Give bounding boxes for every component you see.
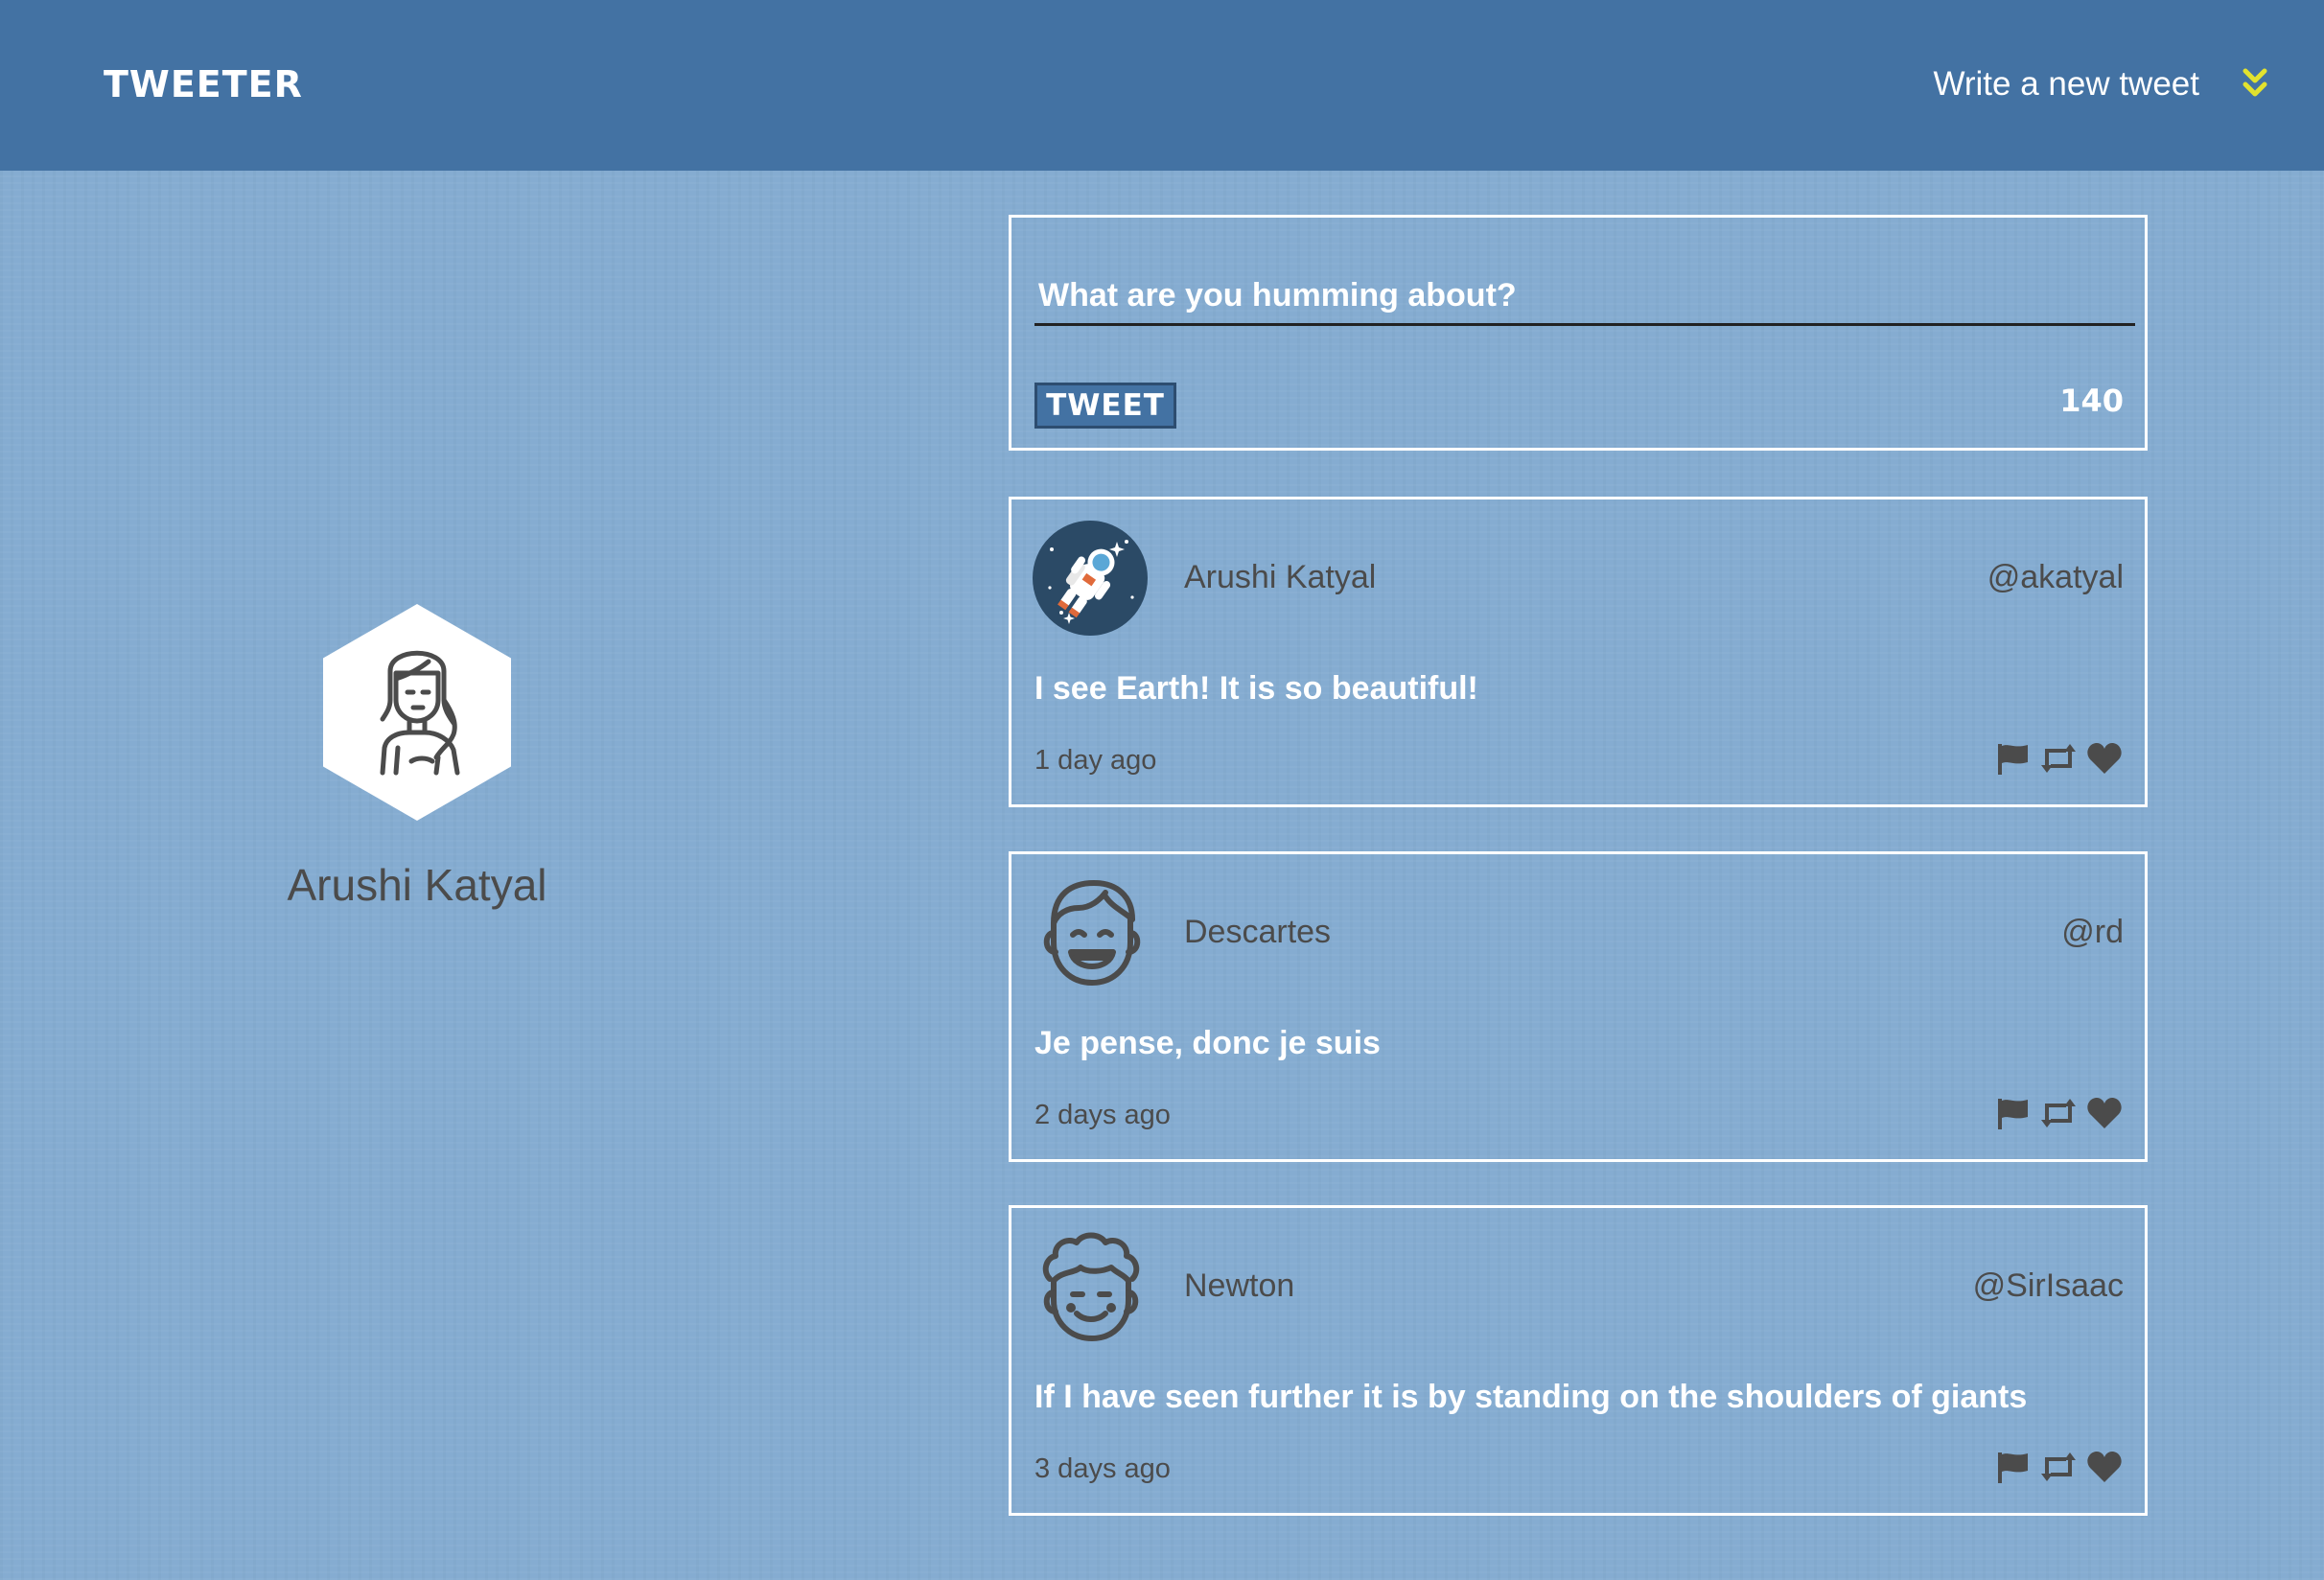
tweet-text-input[interactable] <box>1034 267 2135 326</box>
tweet-actions <box>1993 1448 2124 1486</box>
compose-tweet-form: TWEET 140 <box>1009 215 2148 451</box>
write-new-tweet-link[interactable]: Write a new tweet <box>1933 65 2199 104</box>
retweet-icon[interactable] <box>2039 1094 2078 1132</box>
tweet-author-handle[interactable]: @akatyal <box>1987 559 2124 596</box>
astronaut-avatar-icon <box>1033 521 1148 636</box>
character-counter: 140 <box>2059 383 2124 419</box>
heart-icon[interactable] <box>2085 1094 2124 1132</box>
smiling-man-avatar-icon <box>1043 880 1141 986</box>
retweet-icon[interactable] <box>2039 739 2078 778</box>
heart-icon[interactable] <box>2085 1448 2124 1486</box>
tweet-submit-button[interactable]: TWEET <box>1034 383 1176 429</box>
tweet-author-handle[interactable]: @SirIsaac <box>1973 1267 2124 1305</box>
tweet-card: Arushi Katyal @akatyal I see Earth! It i… <box>1009 497 2148 807</box>
navbar: TWEETER Write a new tweet <box>0 0 2324 171</box>
double-chevron-down-icon[interactable] <box>2234 63 2276 105</box>
heart-icon[interactable] <box>2085 739 2124 778</box>
tweet-author-handle[interactable]: @rd <box>2061 914 2124 951</box>
brand-logo[interactable]: TWEETER <box>104 63 303 105</box>
tweet-author-name[interactable]: Descartes <box>1184 914 1331 951</box>
tweet-timestamp: 1 day ago <box>1034 745 1157 776</box>
retweet-icon[interactable] <box>2039 1448 2078 1486</box>
tweet-author-name[interactable]: Arushi Katyal <box>1184 559 1376 596</box>
tweet-actions <box>1993 1094 2124 1132</box>
tweet-card: Descartes @rd Je pense, donc je suis 2 d… <box>1009 851 2148 1162</box>
tweet-card: Newton @SirIsaac If I have seen further … <box>1009 1205 2148 1516</box>
flag-icon[interactable] <box>1993 1094 2032 1132</box>
tweet-content: If I have seen further it is by standing… <box>1034 1379 2028 1415</box>
tweet-content: Je pense, donc je suis <box>1034 1025 1381 1061</box>
flag-icon[interactable] <box>1993 739 2032 778</box>
tweet-author-name[interactable]: Newton <box>1184 1267 1294 1305</box>
tweet-timestamp: 2 days ago <box>1034 1100 1171 1130</box>
hexagon-frame <box>323 604 511 821</box>
profile-avatar <box>323 604 511 821</box>
tweet-content: I see Earth! It is so beautiful! <box>1034 670 1478 707</box>
curly-hair-man-avatar-icon <box>1042 1232 1140 1341</box>
profile-section: Arushi Katyal <box>249 604 585 911</box>
tweet-timestamp: 3 days ago <box>1034 1453 1171 1484</box>
flag-icon[interactable] <box>1993 1448 2032 1486</box>
tweet-actions <box>1993 739 2124 778</box>
profile-name: Arushi Katyal <box>287 860 547 910</box>
